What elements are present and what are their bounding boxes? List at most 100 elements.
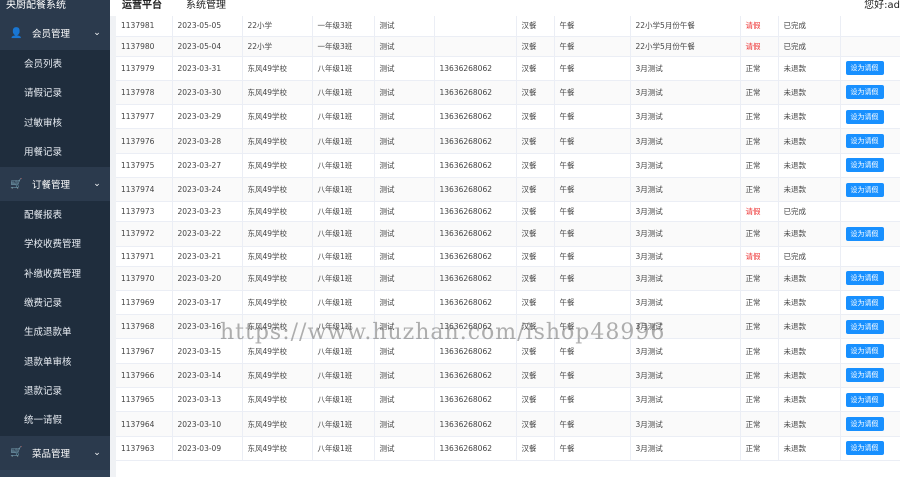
tab-system-management[interactable]: 系统管理: [186, 0, 226, 11]
menu-group-members[interactable]: 👤 会员管理 ⌄: [0, 16, 110, 50]
cell-time: 午餐: [554, 153, 631, 178]
set-leave-button[interactable]: 设为请假: [845, 319, 884, 334]
menu-item-refund-review[interactable]: 退款单审核: [0, 347, 110, 377]
menu-item-unified-leave[interactable]: 统一请假: [0, 406, 110, 436]
cell-phone: 13636268062: [434, 177, 517, 203]
cell-meal: 汉餐: [516, 104, 555, 130]
menu-group-label: 菜品管理: [32, 448, 71, 460]
menu-item-payment-records[interactable]: 缴费记录: [0, 289, 110, 319]
cell-phone: 13636268062: [434, 104, 517, 130]
cell-id: 1137971: [116, 246, 173, 267]
menu-item-meal-records[interactable]: 用餐记录: [0, 137, 110, 168]
cell-action: 设为请假: [840, 177, 900, 203]
table-row: 1137966 2023-03-14 东风49学校 八年级1班 测试 1363626806…: [116, 363, 900, 389]
set-leave-button[interactable]: 设为请假: [845, 295, 884, 310]
menu-item-meal-report[interactable]: 配餐报表: [0, 201, 110, 231]
menu-item-leave-records[interactable]: 请假记录: [0, 79, 110, 109]
cell-refund: 未退款: [778, 128, 841, 154]
cell-time: 午餐: [554, 36, 631, 57]
set-leave-button[interactable]: 设为请假: [845, 182, 884, 197]
set-leave-button[interactable]: 设为请假: [845, 368, 884, 383]
cell-refund: 未退款: [778, 436, 841, 461]
app-title: 央厨配餐系统: [0, 0, 110, 16]
cell-refund: 未退款: [778, 338, 841, 364]
set-leave-button[interactable]: 设为请假: [845, 158, 884, 173]
cell-status: 请假: [740, 36, 779, 57]
cell-refund: 未退款: [778, 411, 841, 437]
menu-item-school-fees[interactable]: 学校收费管理: [0, 230, 110, 260]
cell-id: 1137969: [116, 290, 173, 316]
cell-class: 八年级1班: [312, 177, 375, 203]
menu-item-member-list[interactable]: 会员列表: [0, 50, 110, 80]
cell-time: 午餐: [554, 387, 631, 413]
cell-id: 1137967: [116, 338, 173, 364]
menu-group-dishes[interactable]: 🛒 菜品管理 ⌄: [0, 435, 110, 470]
set-leave-button[interactable]: 设为请假: [845, 85, 884, 100]
cell-school: 东风49学校: [242, 363, 313, 389]
cell-date: 2023-03-16: [172, 314, 243, 340]
cell-phone: 13636268062: [434, 338, 517, 364]
cell-name: 测试: [374, 290, 435, 316]
cell-phone: 13636268062: [434, 221, 517, 247]
menu-item-refund-records[interactable]: 退款记录: [0, 376, 110, 407]
set-leave-button[interactable]: 设为请假: [845, 441, 884, 456]
cell-time: 午餐: [554, 177, 631, 203]
cell-time: 午餐: [554, 80, 631, 106]
cell-school: 东风49学校: [242, 411, 313, 437]
user-greeting[interactable]: 您好:ad: [864, 0, 900, 11]
cell-class: 八年级1班: [312, 436, 375, 461]
set-leave-button[interactable]: 设为请假: [845, 61, 884, 76]
cell-meal: 汉餐: [516, 290, 555, 316]
cell-meal: 汉餐: [516, 411, 555, 437]
cart-icon: 🛒: [10, 178, 23, 190]
cell-name: 测试: [374, 80, 435, 106]
cell-refund: 未退款: [778, 177, 841, 203]
set-leave-button[interactable]: 设为请假: [845, 344, 884, 359]
menu-item-supplementary-fees[interactable]: 补缴收费管理: [0, 259, 110, 290]
table-row: 1137967 2023-03-15 东风49学校 八年级1班 测试 1363626806…: [116, 338, 900, 364]
set-leave-button[interactable]: 设为请假: [845, 392, 884, 407]
set-leave-button[interactable]: 设为请假: [845, 271, 884, 286]
cell-id: 1137976: [116, 128, 173, 154]
cell-phone: [434, 36, 517, 57]
set-leave-button[interactable]: 设为请假: [845, 226, 884, 241]
cell-school: 东风49学校: [242, 338, 313, 364]
cell-name: 测试: [374, 16, 435, 37]
cell-id: 1137981: [116, 16, 173, 37]
cell-meal: 汉餐: [516, 246, 555, 267]
cell-refund: 未退款: [778, 387, 841, 413]
set-leave-button[interactable]: 设为请假: [845, 134, 884, 149]
cell-date: 2023-03-31: [172, 56, 243, 81]
table-row: 1137970 2023-03-20 东风49学校 八年级1班 测试 1363626806…: [116, 266, 900, 291]
cell-action: 设为请假: [840, 338, 900, 364]
cell-desc: 3月测试: [630, 290, 741, 316]
menu-group-label: 订餐管理: [32, 180, 71, 192]
cell-meal: 汉餐: [516, 266, 555, 291]
cell-time: 午餐: [554, 436, 631, 461]
cell-action: 设为请假: [840, 104, 900, 130]
set-leave-button[interactable]: 设为请假: [845, 417, 884, 431]
cell-refund: 未退款: [778, 153, 841, 178]
cell-date: 2023-03-09: [172, 436, 243, 461]
cell-time: 午餐: [554, 314, 631, 340]
cell-desc: 3月测试: [630, 153, 741, 178]
menu-item-allergy-review[interactable]: 过敏审核: [0, 108, 110, 138]
cell-refund: 未退款: [778, 80, 841, 106]
cell-date: 2023-03-21: [172, 246, 243, 267]
cell-school: 东风49学校: [242, 314, 313, 340]
cell-id: 1137965: [116, 387, 173, 413]
cell-class: 一年级3班: [312, 16, 375, 37]
cell-desc: 3月测试: [630, 221, 741, 247]
tab-operations[interactable]: 运营平台: [122, 0, 162, 11]
menu-item-generate-refund[interactable]: 生成退款单: [0, 318, 110, 348]
cell-status: 正常: [740, 221, 779, 247]
cell-date: 2023-05-04: [172, 36, 243, 57]
cell-school: 东风49学校: [242, 153, 313, 178]
set-leave-button[interactable]: 设为请假: [845, 109, 884, 124]
cell-meal: 汉餐: [516, 153, 555, 178]
menu-group-orders[interactable]: 🛒 订餐管理 ⌄: [0, 167, 110, 202]
cell-school: 东风49学校: [242, 221, 313, 247]
cell-phone: 13636268062: [434, 153, 517, 178]
cell-status: 正常: [740, 80, 779, 106]
cell-date: 2023-03-30: [172, 80, 243, 106]
